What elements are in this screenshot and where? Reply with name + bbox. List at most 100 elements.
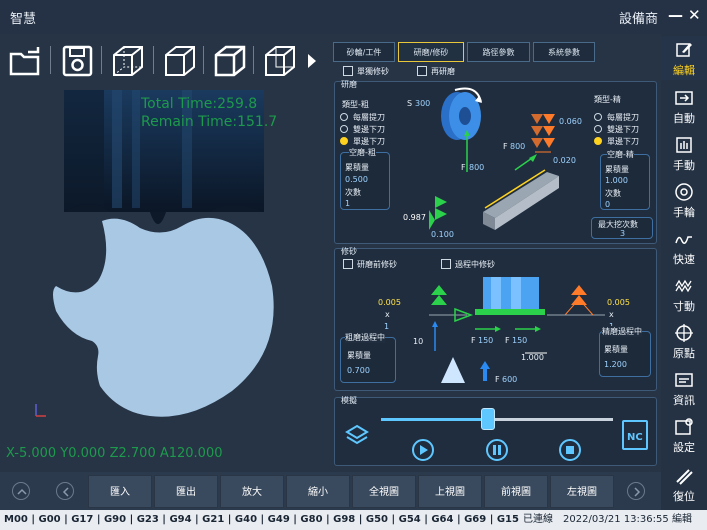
pause-button[interactable] xyxy=(485,438,509,462)
play-button[interactable] xyxy=(411,438,435,462)
dress-value-005-b[interactable]: 0.005 xyxy=(607,298,630,307)
dress-f600[interactable]: 600 xyxy=(502,375,517,384)
stop-button[interactable] xyxy=(558,438,582,462)
rnav-label-settings: 設定 xyxy=(673,441,695,454)
front-view-button[interactable]: 前視圖 xyxy=(484,475,548,508)
fine-count-value[interactable]: 0 xyxy=(605,200,610,209)
dress-f-label-c: F xyxy=(495,375,500,384)
rnav-label-jog: 寸動 xyxy=(673,300,695,313)
rnav-rapid[interactable]: 快速 xyxy=(661,225,707,269)
f2-value[interactable]: 800 xyxy=(510,142,525,151)
grinding-section-title: 研磨 xyxy=(341,80,357,89)
dress-f150-a[interactable]: 150 xyxy=(478,336,493,345)
tab-path-params[interactable]: 路徑參數 xyxy=(467,42,530,62)
bottom-button-bar: 匯入 匯出 放大 縮小 全視圖 上視圖 前視圖 左視圖 xyxy=(0,472,661,510)
tab-system-params[interactable]: 系統參數 xyxy=(533,42,595,62)
left-view-button[interactable]: 左視圖 xyxy=(550,475,614,508)
fine-option-0: 每層提刀 xyxy=(607,113,639,122)
fine-air-title: 空磨-精 xyxy=(607,149,634,160)
chevron-up-icon xyxy=(17,488,27,495)
chevron-right-icon xyxy=(634,487,641,497)
nc-file-icon[interactable]: NC xyxy=(622,420,648,450)
d3-value[interactable]: 0.060 xyxy=(559,117,582,126)
f1-value[interactable]: 800 xyxy=(469,163,484,172)
rough-radio-1[interactable] xyxy=(340,125,348,133)
wireframe-cube-icon[interactable] xyxy=(110,44,146,78)
s-label: S xyxy=(407,99,413,108)
full-view-button[interactable]: 全視圖 xyxy=(352,475,416,508)
tab-grind-dress[interactable]: 研磨/修砂 xyxy=(398,42,464,62)
rough-during-feed-label: 累積量 xyxy=(347,351,371,360)
wireframe-cube-icon[interactable] xyxy=(162,44,198,78)
fine-during-value[interactable]: 1.200 xyxy=(604,360,627,369)
scroll-up-button[interactable] xyxy=(12,482,30,500)
d4-value[interactable]: 0.020 xyxy=(553,156,576,165)
dress-f150-b[interactable]: 150 xyxy=(512,336,527,345)
tab-wheel-workpiece[interactable]: 砂輪/工件 xyxy=(333,42,395,62)
dress-ten-value[interactable]: 10 xyxy=(413,337,423,346)
single-dress-checkbox[interactable] xyxy=(343,66,353,76)
fine-radio-1[interactable] xyxy=(594,125,602,133)
rnav-label-rapid: 快速 xyxy=(673,253,695,266)
dress-x-a: x xyxy=(385,310,390,319)
pre-dress-checkbox[interactable] xyxy=(343,259,353,269)
minimize-button[interactable]: — xyxy=(668,6,683,24)
title-bar: 智慧 設備商 — ✕ xyxy=(0,0,707,34)
pre-dress-label: 研磨前修砂 xyxy=(357,260,397,269)
edit-icon xyxy=(676,43,692,57)
rough-during-value[interactable]: 0.700 xyxy=(347,366,370,375)
dress-f-label-b: F xyxy=(505,336,510,345)
rough-option-2: 單邊下刀 xyxy=(353,137,385,146)
slider-thumb[interactable] xyxy=(480,408,495,430)
regrind-checkbox[interactable] xyxy=(417,66,427,76)
rnav-origin[interactable]: 原點 xyxy=(661,319,707,363)
s-value[interactable]: 300 xyxy=(415,99,430,108)
rnav-manual[interactable]: 手動 xyxy=(661,131,707,175)
open-folder-icon[interactable] xyxy=(8,44,44,78)
max-cut-value[interactable]: 3 xyxy=(620,229,625,238)
rnav-auto[interactable]: 自動 xyxy=(661,84,707,128)
top-view-button[interactable]: 上視圖 xyxy=(418,475,482,508)
save-icon[interactable] xyxy=(60,44,96,78)
solid-cube-icon[interactable] xyxy=(212,44,248,78)
scroll-right-button[interactable] xyxy=(627,482,645,500)
connection-status: 已連線 xyxy=(523,514,553,525)
rnav-edit[interactable]: 編輯 xyxy=(661,36,707,80)
rnav-jog[interactable]: 寸動 xyxy=(661,272,707,316)
d2-value[interactable]: 0.100 xyxy=(431,230,454,239)
scroll-left-button[interactable] xyxy=(56,482,74,500)
total-time-readout: Total Time:259.8 xyxy=(141,96,258,112)
rnav-settings[interactable]: 設定 xyxy=(661,413,707,457)
rough-count-value[interactable]: 1 xyxy=(345,199,350,208)
import-button[interactable]: 匯入 xyxy=(88,475,152,508)
play-small-icon[interactable] xyxy=(304,44,320,78)
zoom-out-button[interactable]: 縮小 xyxy=(286,475,350,508)
rough-feed-value[interactable]: 0.500 xyxy=(345,175,368,184)
d1-value[interactable]: 0.987 xyxy=(403,213,426,222)
rnav-reset[interactable]: 復位 xyxy=(661,462,707,506)
fine-radio-0[interactable] xyxy=(594,113,602,121)
solid-cube-icon[interactable] xyxy=(262,44,298,78)
dressing-section-title: 修砂 xyxy=(341,247,357,256)
layers-icon[interactable] xyxy=(343,422,371,450)
dress-value-005-a[interactable]: 0.005 xyxy=(378,298,401,307)
app-title: 智慧 xyxy=(10,12,37,27)
fine-feed-value[interactable]: 1.000 xyxy=(605,176,628,185)
rnav-handwheel[interactable]: 手輪 xyxy=(661,178,707,222)
fine-count-label: 次數 xyxy=(605,189,621,198)
close-button[interactable]: ✕ xyxy=(688,6,701,24)
fine-radio-2[interactable] xyxy=(594,137,602,145)
dress-1000-value[interactable]: 1.000 xyxy=(521,353,544,362)
rough-air-title: 空磨-粗 xyxy=(349,147,376,158)
zoom-in-button[interactable]: 放大 xyxy=(220,475,284,508)
export-button[interactable]: 匯出 xyxy=(154,475,218,508)
dress-count-a[interactable]: 1 xyxy=(384,322,389,331)
rough-radio-2[interactable] xyxy=(340,137,348,145)
simulation-view[interactable]: Total Time:259.8 Remain Time:151.7 xyxy=(0,86,330,471)
datetime: 2022/03/21 13:36:55 xyxy=(563,514,669,525)
simulation-progress-slider[interactable] xyxy=(381,408,613,430)
rough-radio-0[interactable] xyxy=(340,113,348,121)
during-dress-checkbox[interactable] xyxy=(441,259,451,269)
fine-air-box: 空磨-精 累積量 1.000 次數 0 xyxy=(600,149,650,210)
rnav-info[interactable]: 資訊 xyxy=(661,366,707,410)
